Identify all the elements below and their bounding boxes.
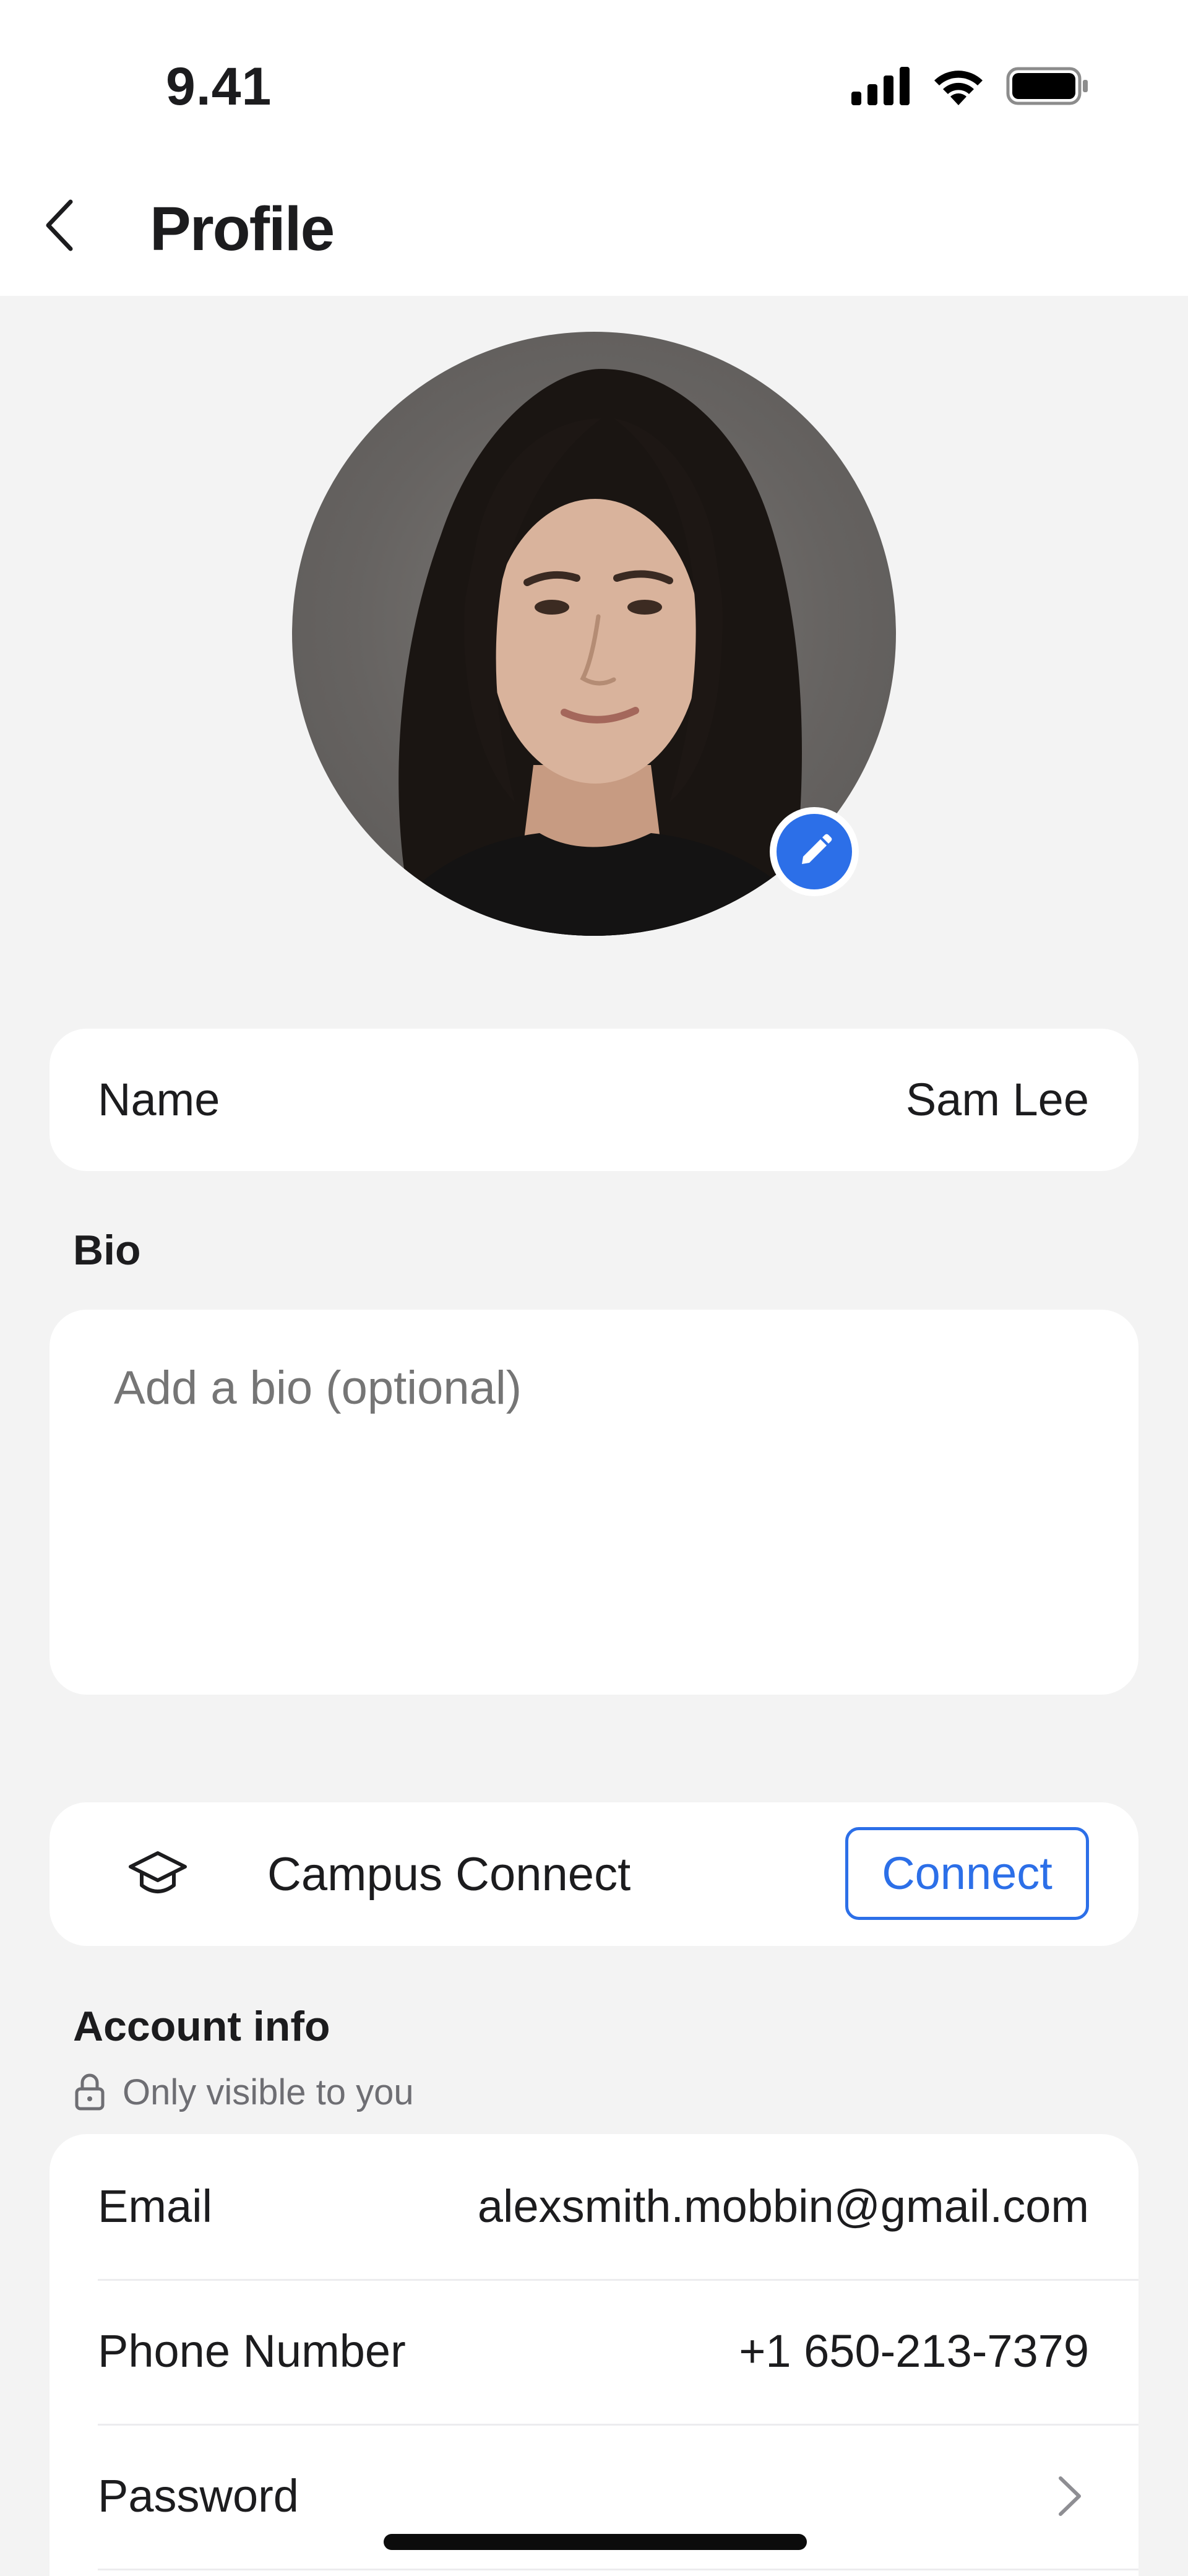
- email-row[interactable]: Email alexsmith.mobbin@gmail.com: [50, 2134, 1138, 2279]
- wifi-icon: [932, 67, 985, 108]
- page-title: Profile: [150, 194, 335, 264]
- status-icons: [851, 66, 1089, 108]
- name-row[interactable]: Name Sam Lee: [50, 1029, 1138, 1171]
- status-time: 9.41: [166, 57, 272, 116]
- visibility-note: Only visible to you: [74, 2067, 414, 2117]
- edit-avatar-badge: [777, 814, 852, 889]
- phone-number-value: +1 650-213-7379: [739, 2325, 1089, 2377]
- graduation-cap-icon: [124, 1844, 192, 1904]
- edit-avatar-button[interactable]: [770, 807, 859, 896]
- password-label: Password: [98, 2470, 299, 2522]
- back-button[interactable]: [37, 197, 82, 254]
- name-value: Sam Lee: [905, 1074, 1089, 1125]
- home-indicator[interactable]: [384, 2534, 807, 2550]
- lock-icon: [75, 2073, 105, 2111]
- phone-number-row[interactable]: Phone Number +1 650-213-7379: [50, 2279, 1138, 2424]
- chevron-right-icon: [1059, 2476, 1081, 2516]
- cellular-signal-icon: [851, 66, 911, 108]
- visibility-note-text: Only visible to you: [123, 2072, 414, 2112]
- bio-field[interactable]: [50, 1310, 1138, 1695]
- bio-label: Bio: [73, 1227, 141, 1274]
- email-value: alexsmith.mobbin@gmail.com: [477, 2181, 1089, 2232]
- account-info-title: Account info: [73, 2003, 330, 2050]
- top-bar: 9.41 Profile: [0, 0, 1188, 296]
- bio-input[interactable]: [113, 1359, 1089, 1417]
- email-label: Email: [98, 2181, 213, 2232]
- chevron-left-icon: [46, 199, 73, 251]
- pencil-icon: [802, 834, 832, 864]
- campus-connect-row: Campus Connect Connect: [50, 1802, 1138, 1946]
- connect-button[interactable]: Connect: [845, 1827, 1089, 1920]
- divider: [98, 2569, 1138, 2570]
- phone-number-label: Phone Number: [98, 2325, 406, 2377]
- name-label: Name: [98, 1074, 220, 1125]
- account-info-list: Email alexsmith.mobbin@gmail.com Phone N…: [50, 2134, 1138, 2576]
- avatar-container: [292, 332, 896, 936]
- profile-screen: 9.41 Profile Name Sam Lee Bio Add a bio …: [0, 0, 1188, 2576]
- campus-connect-label: Campus Connect: [267, 1848, 631, 1901]
- battery-icon: [1006, 67, 1089, 108]
